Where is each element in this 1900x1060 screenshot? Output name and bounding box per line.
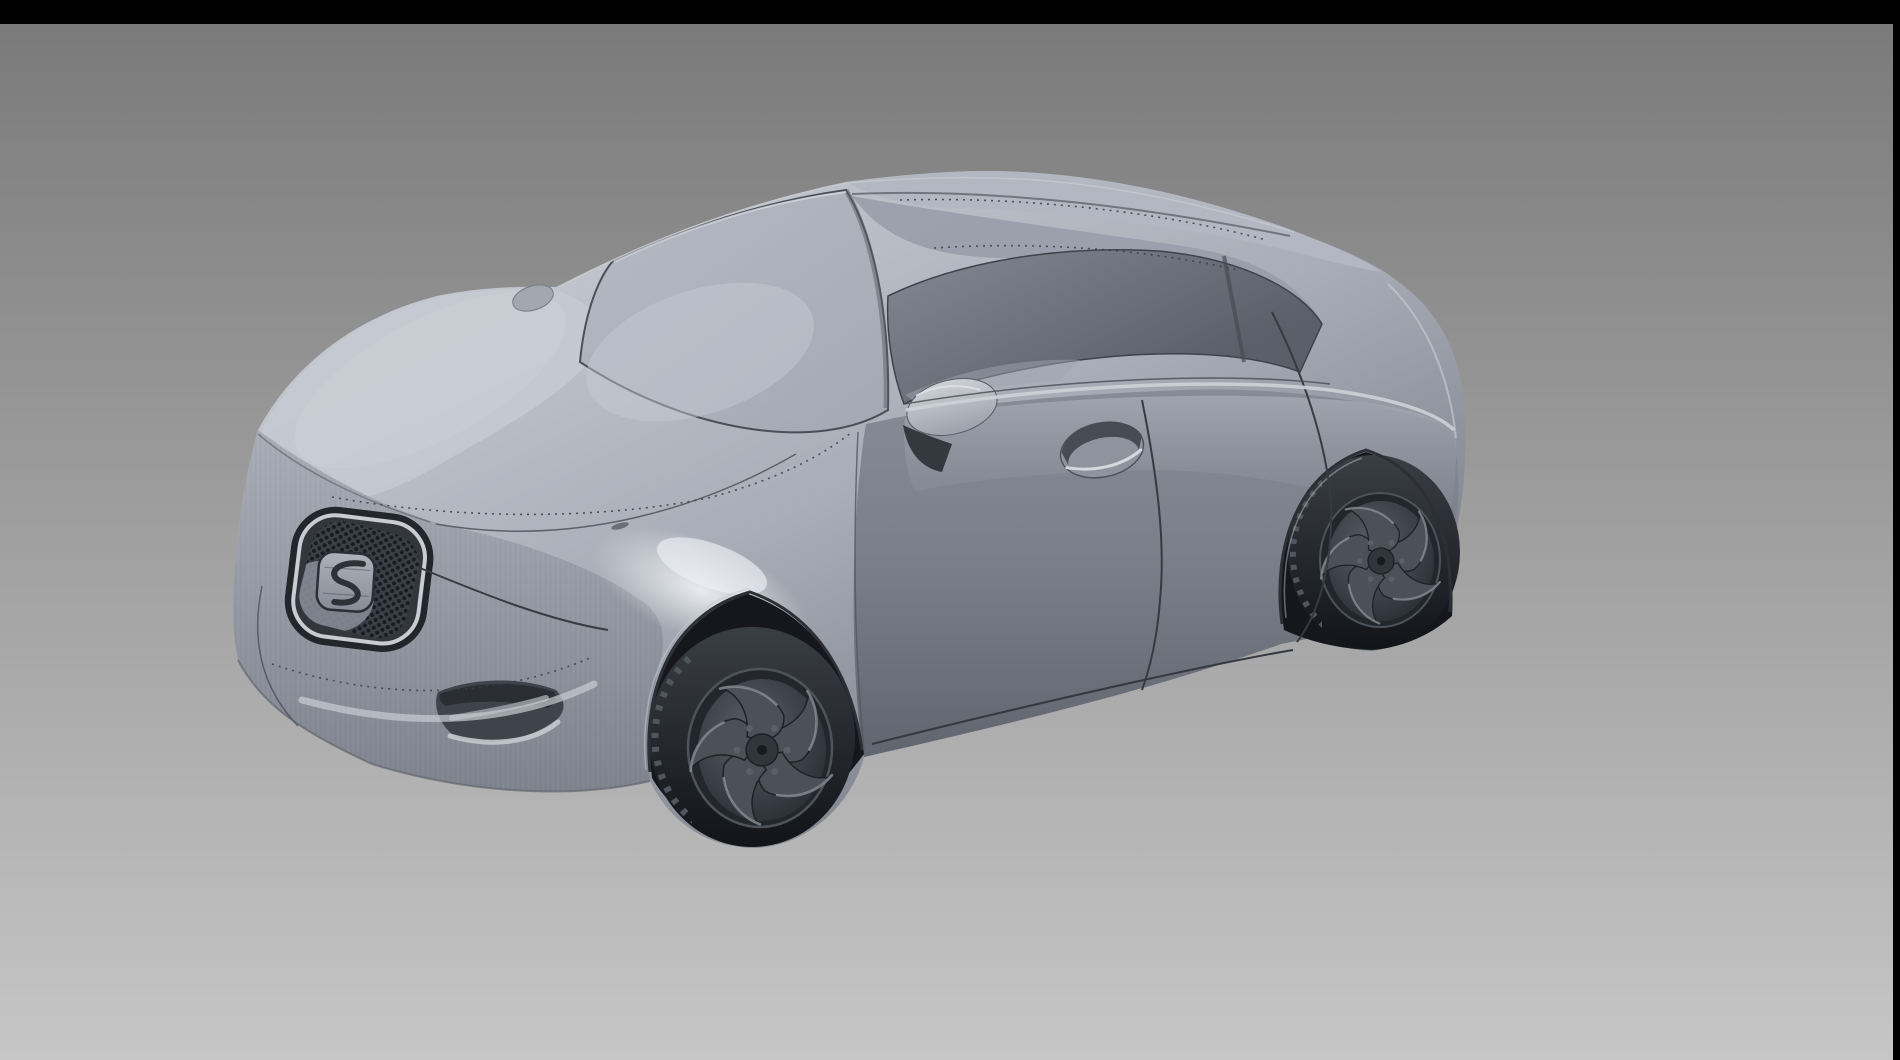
front-wheel [648, 626, 856, 847]
rear-hub-cap [1377, 557, 1385, 565]
front-hub-cap [757, 745, 767, 755]
front-grille [277, 506, 434, 652]
render-canvas [0, 0, 1900, 1060]
seat-emblem [316, 551, 376, 613]
application-window [0, 0, 1900, 1060]
